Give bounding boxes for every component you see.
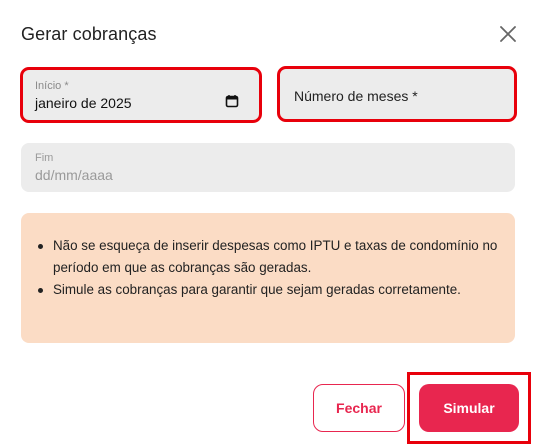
number-of-months-label: Número de meses * xyxy=(294,88,418,104)
generate-charges-dialog: Gerar cobranças Início * janeiro de 2025… xyxy=(0,0,534,447)
close-button[interactable]: Fechar xyxy=(313,384,405,432)
notice-box: Não se esqueça de inserir despesas como … xyxy=(21,213,515,343)
end-date-label: Fim xyxy=(35,152,54,164)
calendar-icon[interactable] xyxy=(225,94,239,108)
notice-item: Simule as cobranças para garantir que se… xyxy=(38,279,499,301)
notice-item: Não se esqueça de inserir despesas como … xyxy=(38,235,499,279)
simulate-button[interactable]: Simular xyxy=(419,384,519,432)
close-dialog-button[interactable] xyxy=(498,24,518,44)
start-date-value: janeiro de 2025 xyxy=(35,95,132,111)
end-date-field: Fim dd/mm/aaaa xyxy=(21,143,515,192)
dialog-title: Gerar cobranças xyxy=(21,24,157,44)
start-date-label: Início * xyxy=(35,80,69,92)
close-icon xyxy=(500,26,516,42)
number-of-months-field[interactable]: Número de meses * xyxy=(277,66,517,122)
end-date-placeholder: dd/mm/aaaa xyxy=(35,167,113,183)
start-date-field[interactable]: Início * janeiro de 2025 xyxy=(20,67,262,123)
